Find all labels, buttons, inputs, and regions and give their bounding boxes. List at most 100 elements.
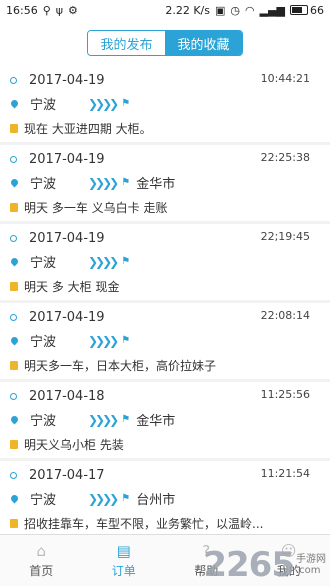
list-item[interactable]: 2017-04-19 22:25:38 宁波 ❯❯❯❯ ⚑ 金华市 明天 多一车… <box>0 145 330 221</box>
order-time: 22;19:45 <box>260 230 310 243</box>
desc-row: 招收挂靠车，车型不限，业务繁忙，以温岭... <box>10 511 320 534</box>
android-debug-icon: ⚙ <box>68 3 78 17</box>
watermark-line2: .com <box>296 565 321 576</box>
order-description: 明天义乌小柜 先装 <box>24 438 124 452</box>
tab-home[interactable]: ⌂ 首页 <box>0 535 83 586</box>
route-arrows-icon: ❯❯❯❯ <box>88 175 119 190</box>
clock-icon <box>10 77 17 84</box>
list-item[interactable]: 2017-04-19 22;19:45 宁波 ❯❯❯❯ ⚑ 明天 多 大柜 现金 <box>0 224 330 300</box>
flag-icon: ⚑ <box>121 177 131 188</box>
share-icon: ⚲ <box>42 3 51 17</box>
flag-icon: ⚑ <box>121 256 131 267</box>
route-row: 宁波 ❯❯❯❯ ⚑ 金华市 <box>9 407 320 432</box>
origin-city: 宁波 <box>30 335 57 350</box>
list-item[interactable]: 2017-04-17 11:21:54 宁波 ❯❯❯❯ ⚑ 台州市 招收挂靠车，… <box>0 461 330 534</box>
segment-container: 我的发布 我的收藏 <box>0 20 330 66</box>
flag-icon: ⚑ <box>121 493 131 504</box>
wifi-icon: ◠ <box>245 3 255 17</box>
route-row: 宁波 ❯❯❯❯ ⚑ <box>9 328 320 353</box>
origin-city: 宁波 <box>30 177 57 192</box>
order-description: 明天 多一车 义乌白卡 走账 <box>24 201 168 215</box>
note-icon <box>10 440 18 449</box>
order-time: 22:08:14 <box>260 309 310 322</box>
order-time: 10:44:21 <box>260 72 310 85</box>
battery-level: 66 <box>310 3 324 17</box>
date-row: 2017-04-19 10:44:21 <box>10 66 320 91</box>
status-time: 16:56 <box>6 3 38 17</box>
clock-icon <box>10 156 17 163</box>
list-item[interactable]: 2017-04-19 22:08:14 宁波 ❯❯❯❯ ⚑ 明天多一车，日本大柜… <box>0 303 330 379</box>
battery-indicator: 66 <box>290 4 324 17</box>
signal-icon: ▂▄▆ <box>259 3 285 17</box>
clock-icon <box>10 393 17 400</box>
desc-row: 明天多一车，日本大柜，高价拉妹子 <box>10 353 320 378</box>
note-icon <box>10 124 18 133</box>
order-description: 现在 大亚进四期 大柜。 <box>24 122 152 136</box>
tab-my-favorites[interactable]: 我的收藏 <box>165 31 242 55</box>
flag-icon: ⚑ <box>121 98 131 109</box>
route-arrows-icon: ❯❯❯❯ <box>88 254 119 269</box>
order-date: 2017-04-19 <box>29 152 105 167</box>
order-time: 11:25:56 <box>260 388 310 401</box>
clock-icon <box>10 235 17 242</box>
tab-orders-label: 订单 <box>111 563 136 578</box>
status-right: 2.22 K/s ▣ ◷ ◠ ▂▄▆ 66 <box>165 4 324 17</box>
tab-orders[interactable]: ▤ 订单 <box>83 535 166 586</box>
route-arrows-icon: ❯❯❯❯ <box>88 491 119 506</box>
location-pin-icon <box>9 98 20 109</box>
destination-city: 金华市 <box>136 414 176 429</box>
origin-city: 宁波 <box>30 98 57 113</box>
note-icon <box>10 282 18 291</box>
tab-home-label: 首页 <box>29 563 54 578</box>
order-date: 2017-04-18 <box>29 389 105 404</box>
route-row: 宁波 ❯❯❯❯ ⚑ <box>9 249 320 274</box>
date-row: 2017-04-17 11:21:54 <box>10 461 320 486</box>
list-item[interactable]: 2017-04-18 11:25:56 宁波 ❯❯❯❯ ⚑ 金华市 明天义乌小柜… <box>0 382 330 458</box>
segmented-control: 我的发布 我的收藏 <box>87 30 243 56</box>
order-time: 11:21:54 <box>260 467 310 480</box>
location-pin-icon <box>9 256 20 267</box>
watermark-line1: 手游网 <box>296 554 326 565</box>
home-icon: ⌂ <box>36 541 47 560</box>
destination-city: 金华市 <box>136 177 176 192</box>
date-row: 2017-04-19 22:25:38 <box>10 145 320 170</box>
order-description: 招收挂靠车，车型不限，业务繁忙，以温岭... <box>24 517 264 531</box>
order-description: 明天 多 大柜 现金 <box>24 280 120 294</box>
route-arrows-icon: ❯❯❯❯ <box>88 96 119 111</box>
origin-city: 宁波 <box>30 493 57 508</box>
tab-my-published[interactable]: 我的发布 <box>88 31 165 55</box>
clipboard-icon: ▤ <box>116 541 131 560</box>
location-pin-icon <box>9 493 20 504</box>
origin-city: 宁波 <box>30 414 57 429</box>
alarm-icon: ◷ <box>230 3 240 17</box>
watermark-text: 手游网 .com <box>296 554 326 576</box>
battery-icon <box>290 5 308 15</box>
order-description: 明天多一车，日本大柜，高价拉妹子 <box>24 359 217 373</box>
location-pin-icon <box>9 177 20 188</box>
note-icon <box>10 203 18 212</box>
desc-row: 明天 多 大柜 现金 <box>10 274 320 299</box>
destination-city: 台州市 <box>136 493 176 508</box>
desc-row: 现在 大亚进四期 大柜。 <box>10 116 320 141</box>
route-arrows-icon: ❯❯❯❯ <box>88 333 119 348</box>
route-row: 宁波 ❯❯❯❯ ⚑ 台州市 <box>9 486 320 511</box>
network-speed: 2.22 K/s <box>165 3 210 17</box>
note-icon <box>10 361 18 370</box>
flag-icon: ⚑ <box>121 335 131 346</box>
order-date: 2017-04-17 <box>29 468 105 483</box>
date-row: 2017-04-18 11:25:56 <box>10 382 320 407</box>
order-list[interactable]: 2017-04-19 10:44:21 宁波 ❯❯❯❯ ⚑ 现在 大亚进四期 大… <box>0 66 330 534</box>
location-pin-icon <box>9 414 20 425</box>
order-date: 2017-04-19 <box>29 231 105 246</box>
list-item[interactable]: 2017-04-19 10:44:21 宁波 ❯❯❯❯ ⚑ 现在 大亚进四期 大… <box>0 66 330 142</box>
date-row: 2017-04-19 22:08:14 <box>10 303 320 328</box>
usb-icon: ψ <box>55 3 64 17</box>
status-bar: 16:56 ⚲ ψ ⚙ 2.22 K/s ▣ ◷ ◠ ▂▄▆ 66 <box>0 0 330 20</box>
route-arrows-icon: ❯❯❯❯ <box>88 412 119 427</box>
clock-icon <box>10 472 17 479</box>
watermark-logo: 2265 手游网 .com <box>203 548 326 582</box>
clock-icon <box>10 314 17 321</box>
origin-city: 宁波 <box>30 256 57 271</box>
flag-icon: ⚑ <box>121 414 131 425</box>
desc-row: 明天 多一车 义乌白卡 走账 <box>10 195 320 220</box>
